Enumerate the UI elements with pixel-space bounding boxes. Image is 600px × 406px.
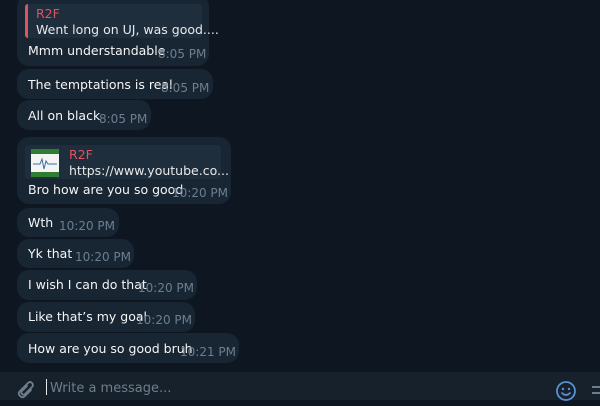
message-bubble[interactable]: R2F Went long on UJ, was good.... Mmm un… [17, 0, 219, 66]
message-bubble[interactable]: All on black 8:05 PM [17, 100, 151, 130]
send-options-icon [592, 386, 600, 394]
message-bubble[interactable]: Wth 10:20 PM [17, 208, 119, 237]
reply-preview[interactable]: R2F https://www.youtube.co... [25, 145, 229, 179]
message-bubble[interactable]: R2F https://www.youtube.co... Bro how ar… [17, 137, 231, 204]
message-text: Bro how are you so good [28, 182, 184, 197]
emoji-icon[interactable] [555, 380, 577, 401]
chat-history[interactable]: R2F Went long on UJ, was good.... Mmm un… [0, 0, 600, 372]
message-text: All on black [28, 108, 101, 123]
message-time: 8:05 PM [161, 81, 210, 95]
message-time: 10:20 PM [138, 281, 194, 295]
reply-sender-name: R2F [36, 6, 60, 21]
message-text: How are you so good bruh [28, 341, 193, 356]
message-text: Like that’s my goal [28, 309, 148, 324]
message-composer [0, 372, 600, 401]
message-input[interactable] [48, 377, 552, 399]
attach-icon[interactable] [14, 378, 34, 400]
message-time: 10:20 PM [59, 219, 115, 233]
message-time: 10:20 PM [172, 186, 228, 200]
message-text: Mmm understandable [28, 43, 166, 58]
more-icon[interactable] [590, 380, 600, 400]
message-bubble[interactable]: Yk that 10:20 PM [17, 239, 134, 268]
message-time: 10:21 PM [180, 345, 236, 359]
message-time: 8:05 PM [158, 47, 207, 61]
message-text: I wish I can do that [28, 277, 147, 292]
message-bubble[interactable]: Like that’s my goal 10:20 PM [17, 302, 195, 332]
message-bubble[interactable]: How are you so good bruh 10:21 PM [17, 333, 239, 363]
text-cursor [46, 379, 47, 395]
smiley-icon [556, 381, 576, 401]
reply-link-snippet[interactable]: https://www.youtube.co... [69, 163, 229, 178]
link-thumbnail [31, 149, 59, 177]
message-bubble[interactable]: The temptations is real 8:05 PM [17, 69, 213, 99]
reply-preview[interactable]: R2F Went long on UJ, was good.... [25, 4, 219, 38]
message-text: The temptations is real [28, 77, 173, 92]
message-text: Yk that [28, 246, 73, 261]
message-time: 10:20 PM [136, 313, 192, 327]
message-bubble[interactable]: I wish I can do that 10:20 PM [17, 270, 197, 300]
message-text: Wth [28, 215, 54, 230]
paperclip-icon [17, 381, 34, 399]
message-time: 10:20 PM [75, 250, 131, 264]
message-time: 8:05 PM [99, 112, 148, 126]
reply-snippet: Went long on UJ, was good.... [36, 22, 219, 37]
link-thumbnail-image [31, 149, 59, 177]
reply-sender-name: R2F [69, 147, 93, 162]
